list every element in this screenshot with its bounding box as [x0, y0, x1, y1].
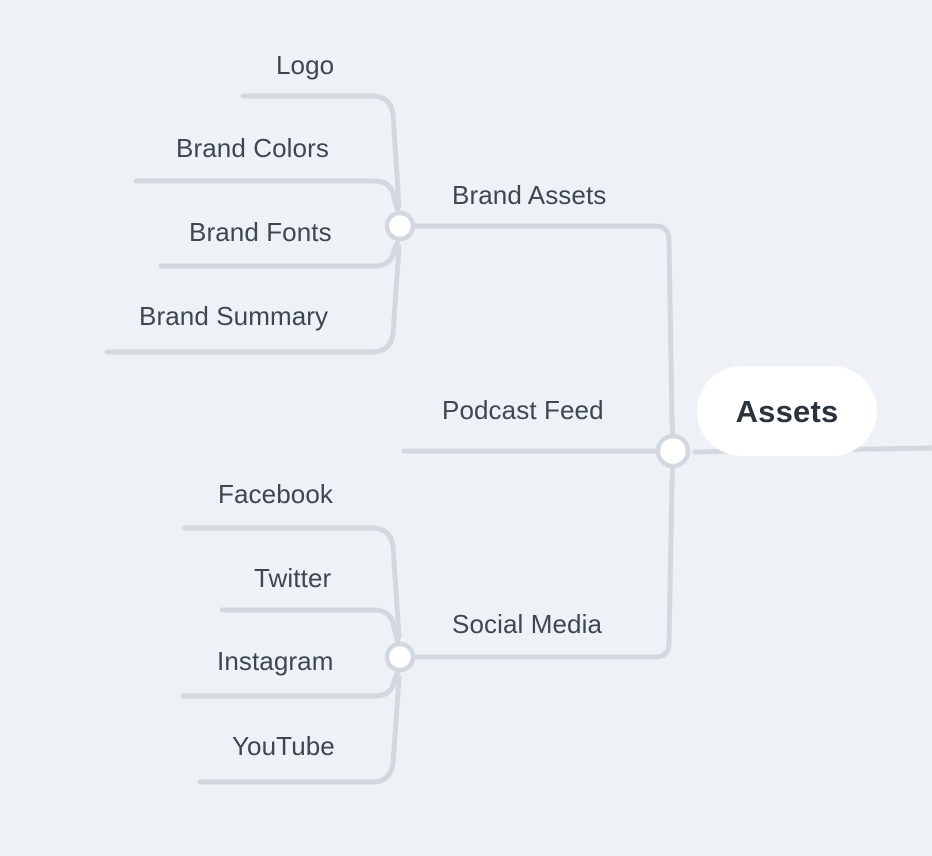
leaf-label-logo[interactable]: Logo — [276, 52, 334, 78]
leaf-label-youtube[interactable]: YouTube — [232, 733, 335, 759]
leaf-label-instagram[interactable]: Instagram — [217, 648, 334, 674]
edge-brand-colors — [133, 178, 401, 214]
leaf-label-brand-summary[interactable]: Brand Summary — [139, 303, 328, 329]
root-node-assets[interactable]: Assets — [697, 366, 877, 456]
junction-node-social-media[interactable] — [384, 641, 416, 673]
edge-brand-summary — [104, 244, 402, 355]
branch-label-podcast-feed[interactable]: Podcast Feed — [442, 397, 604, 423]
leaf-label-twitter[interactable]: Twitter — [254, 565, 331, 591]
branch-label-social-media[interactable]: Social Media — [452, 611, 602, 637]
junction-node-brand-assets[interactable] — [384, 210, 416, 242]
leaf-label-brand-colors[interactable]: Brand Colors — [176, 135, 329, 161]
edge-twitter — [219, 607, 401, 645]
leaf-label-facebook[interactable]: Facebook — [218, 481, 333, 507]
branch-label-brand-assets[interactable]: Brand Assets — [452, 182, 606, 208]
root-node-label: Assets — [735, 393, 839, 429]
leaf-label-brand-fonts[interactable]: Brand Fonts — [189, 219, 332, 245]
junction-node-center[interactable] — [655, 433, 691, 469]
